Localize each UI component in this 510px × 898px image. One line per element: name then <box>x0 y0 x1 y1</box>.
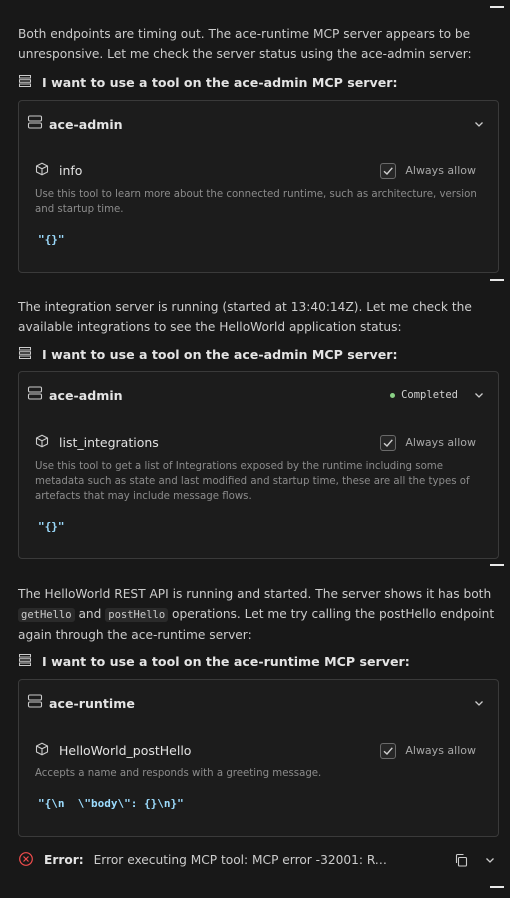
always-allow-checkbox[interactable] <box>380 162 397 179</box>
tool-request-heading-text: I want to use a tool on the ace-admin MC… <box>42 347 398 362</box>
scroll-marker <box>490 6 504 8</box>
tool-call-card: ace-admin info Always allow Use this too… <box>18 100 499 273</box>
always-allow-toggle[interactable]: Always allow <box>380 434 476 451</box>
tool-name: HelloWorld_postHello <box>59 743 192 758</box>
tool-request-heading-text: I want to use a tool on the ace-admin MC… <box>42 75 398 90</box>
tool-input-json: "{}" <box>38 520 65 533</box>
tool-description: Accepts a name and responds with a greet… <box>35 768 322 779</box>
tool-request-heading-text: I want to use a tool on the ace-runtime … <box>42 654 410 669</box>
always-allow-label: Always allow <box>405 744 476 757</box>
assistant-message: The integration server is running (start… <box>18 300 472 334</box>
assistant-message: Both endpoints are timing out. The ace-r… <box>18 27 472 61</box>
tool-request-heading: I want to use a tool on the ace-admin MC… <box>18 346 398 363</box>
error-message: Error executing MCP tool: MCP error -320… <box>93 853 394 867</box>
server-name: ace-admin <box>49 116 123 132</box>
always-allow-label: Always allow <box>405 436 476 449</box>
tool-row: list_integrations Always allow <box>35 433 476 452</box>
tool-input-json: "{\n \"body\": {}\n}" <box>38 797 184 810</box>
server-icon <box>18 346 32 363</box>
status-dot <box>390 392 396 398</box>
tool-description: Use this tool to get a list of Integrati… <box>35 461 470 502</box>
inline-code: postHello <box>105 608 169 622</box>
tool-row: HelloWorld_postHello Always allow <box>35 741 476 760</box>
tool-request-heading: I want to use a tool on the ace-runtime … <box>18 653 410 670</box>
server-name: ace-admin <box>49 387 123 403</box>
chevron-down-icon[interactable] <box>472 696 486 710</box>
cube-icon <box>35 741 49 760</box>
cube-icon <box>35 161 49 180</box>
message-text: and <box>74 607 106 621</box>
status-badge: Completed <box>390 389 458 401</box>
mcp-server-icon <box>27 114 43 134</box>
scroll-marker <box>490 886 504 888</box>
tool-card-header[interactable]: ace-admin <box>27 113 486 135</box>
chevron-down-icon[interactable] <box>472 388 486 402</box>
checkmark-icon <box>383 438 394 447</box>
chevron-down-icon[interactable] <box>484 854 496 866</box>
mcp-server-icon <box>27 693 43 713</box>
always-allow-checkbox[interactable] <box>380 742 397 759</box>
message-text: The HelloWorld REST API is running and s… <box>18 587 492 601</box>
server-name: ace-runtime <box>49 695 135 711</box>
tool-input-json: "{}" <box>38 233 65 246</box>
copy-icon[interactable] <box>454 853 468 867</box>
error-row: Error: Error executing MCP tool: MCP err… <box>18 850 496 870</box>
tool-row: info Always allow <box>35 161 476 180</box>
error-label: Error: <box>44 853 84 867</box>
scroll-marker <box>490 279 504 281</box>
server-icon <box>18 74 32 91</box>
tool-description: Use this tool to learn more about the co… <box>35 189 477 215</box>
status-text: Completed <box>401 389 458 401</box>
tool-name: info <box>59 163 83 178</box>
scroll-marker <box>490 564 504 566</box>
chevron-down-icon[interactable] <box>472 117 486 131</box>
cube-icon <box>35 433 49 452</box>
error-icon <box>18 851 34 870</box>
tool-call-card: ace-admin Completed list_integrations Al… <box>18 371 499 559</box>
inline-code: getHello <box>18 608 75 622</box>
checkmark-icon <box>383 166 394 175</box>
assistant-message: The HelloWorld REST API is running and s… <box>18 584 498 645</box>
tool-card-header[interactable]: ace-admin Completed <box>27 384 486 406</box>
always-allow-checkbox[interactable] <box>380 434 397 451</box>
tool-card-header[interactable]: ace-runtime <box>27 692 486 714</box>
mcp-server-icon <box>27 385 43 405</box>
checkmark-icon <box>383 746 394 755</box>
always-allow-label: Always allow <box>405 164 476 177</box>
tool-name: list_integrations <box>59 435 159 450</box>
server-icon <box>18 653 32 670</box>
always-allow-toggle[interactable]: Always allow <box>380 742 476 759</box>
tool-call-card: ace-runtime HelloWorld_postHello Always … <box>18 679 499 837</box>
tool-request-heading: I want to use a tool on the ace-admin MC… <box>18 74 398 91</box>
always-allow-toggle[interactable]: Always allow <box>380 162 476 179</box>
